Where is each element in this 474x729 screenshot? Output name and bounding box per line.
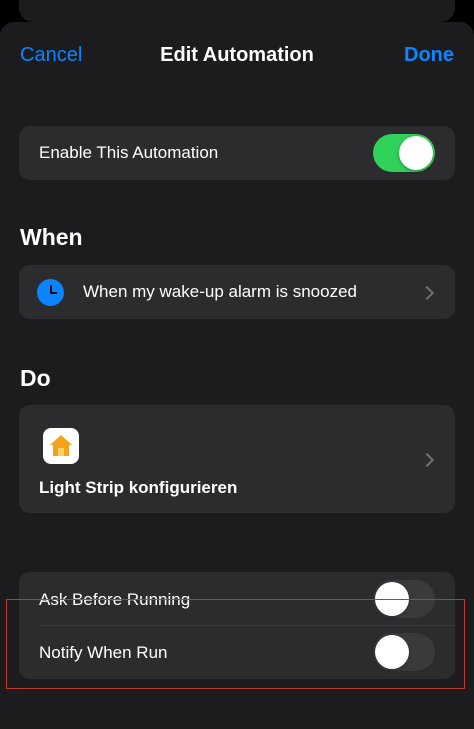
toggle-knob [399,136,433,170]
chevron-right-icon [419,285,435,301]
action-row[interactable]: Light Strip konfigurieren [19,405,455,513]
notify-when-run-toggle[interactable] [373,633,435,671]
edit-automation-sheet: Cancel Edit Automation Done Enable This … [0,22,474,729]
enable-automation-row: Enable This Automation [19,126,455,180]
trigger-label: When my wake-up alarm is snoozed [83,282,358,301]
toggle-knob [375,635,409,669]
notify-when-run-label: Notify When Run [39,643,168,662]
navigation-bar: Cancel Edit Automation Done [0,22,474,88]
do-section-title: Do [20,365,51,391]
chevron-right-icon [419,452,435,468]
action-label: Light Strip konfigurieren [39,478,238,497]
clock-minute-hand [49,291,57,294]
ask-before-running-label: Ask Before Running [39,590,191,609]
home-icon [43,428,79,464]
cancel-button[interactable]: Cancel [20,44,82,67]
row-divider [39,625,455,626]
background-sheet [19,0,455,22]
when-section-title: When [20,224,83,250]
options-group: Ask Before Running Notify When Run [19,572,455,679]
enable-automation-toggle[interactable] [373,134,435,172]
home-glyph [50,435,72,456]
enable-automation-label: Enable This Automation [39,143,219,162]
done-button[interactable]: Done [404,44,454,67]
clock-icon [37,279,64,306]
ask-before-running-toggle[interactable] [373,580,435,618]
toggle-knob [375,582,409,616]
trigger-row[interactable]: When my wake-up alarm is snoozed [19,265,455,319]
